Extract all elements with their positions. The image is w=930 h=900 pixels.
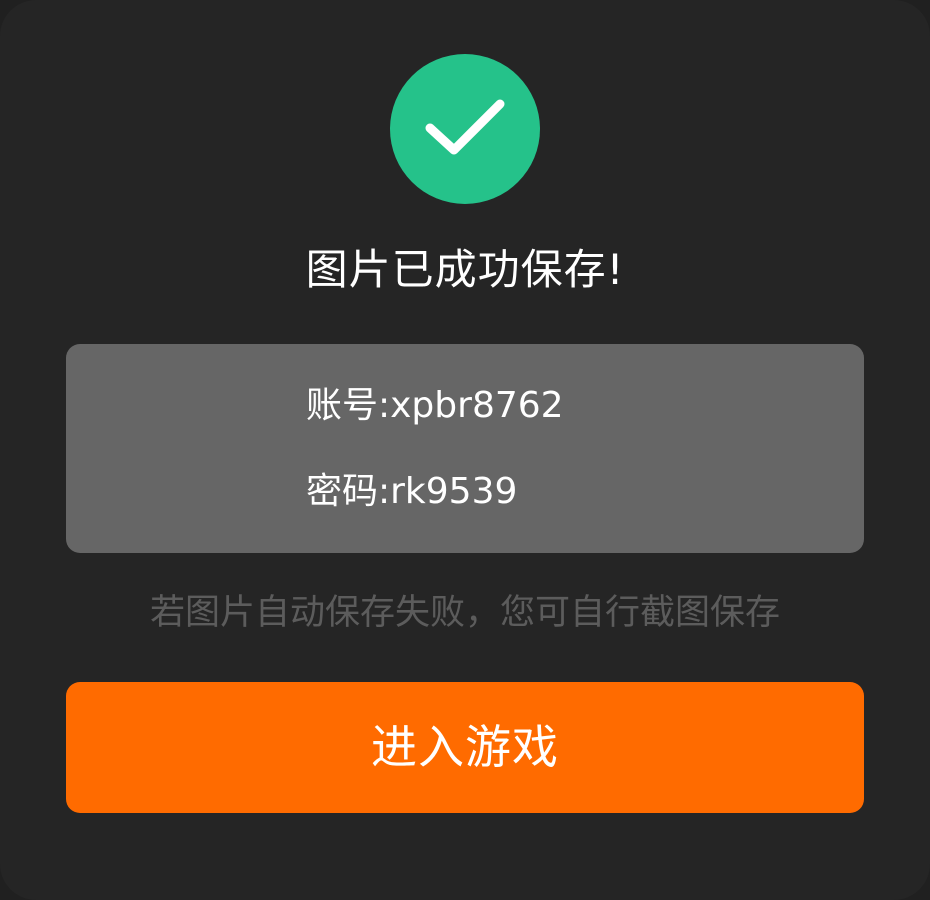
account-text: 账号:xpbr8762	[306, 385, 564, 426]
enter-game-button[interactable]: 进入游戏	[66, 682, 864, 813]
page-title: 图片已成功保存!	[305, 245, 625, 294]
check-icon	[422, 84, 508, 174]
password-text: 密码:rk9539	[306, 471, 518, 512]
save-hint-text: 若图片自动保存失败，您可自行截图保存	[149, 593, 780, 633]
credentials-panel: 账号:xpbr8762 密码:rk9539	[66, 344, 864, 553]
success-badge	[390, 54, 540, 204]
save-success-dialog: 图片已成功保存! 账号:xpbr8762 密码:rk9539 若图片自动保存失败…	[0, 0, 930, 900]
